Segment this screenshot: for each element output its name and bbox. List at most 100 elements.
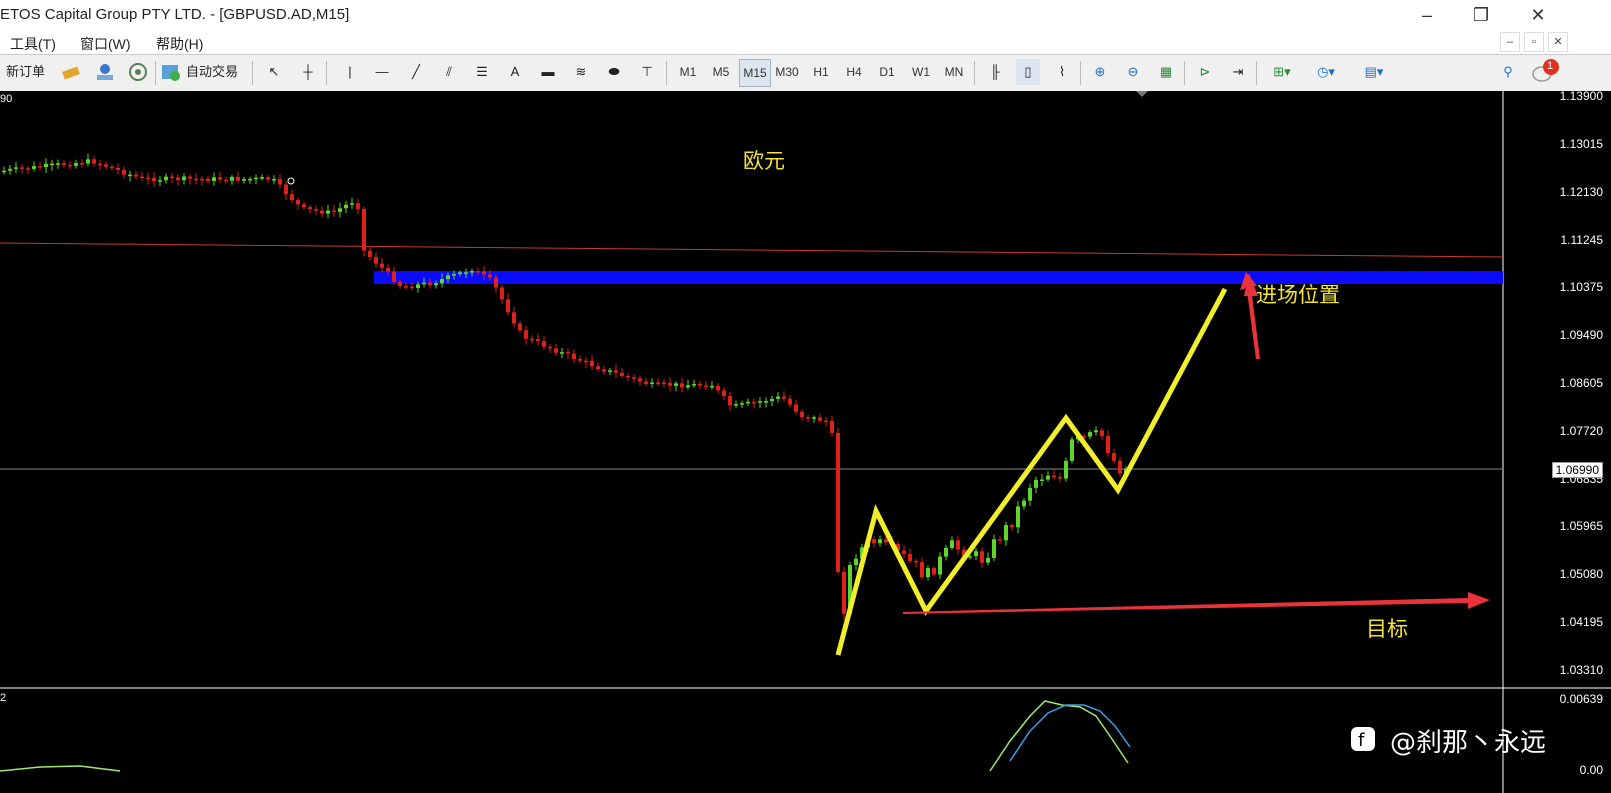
channel-icon[interactable]: ⫽ xyxy=(437,59,461,85)
candle-body xyxy=(488,274,492,278)
candle-body xyxy=(416,284,420,288)
candle-body xyxy=(722,390,726,396)
price-tick: 1.13900 xyxy=(1559,89,1603,103)
indicators-icon[interactable]: ⊞▾ xyxy=(1266,59,1298,85)
tile-windows-icon[interactable]: ▦ xyxy=(1154,59,1178,85)
close-button[interactable]: ✕ xyxy=(1518,2,1558,28)
menu-help[interactable]: 帮助(H) xyxy=(156,34,203,54)
price-tick: 1.05965 xyxy=(1559,519,1603,533)
candle-body xyxy=(728,395,732,405)
candle-body xyxy=(74,163,78,166)
candle-body xyxy=(926,568,930,578)
candle-body xyxy=(164,176,168,181)
candle-body xyxy=(176,177,180,181)
notifications-icon[interactable]: 1 xyxy=(1530,59,1560,85)
title-bar: ETOS Capital Group PTY LTD. - [GBPUSD.AD… xyxy=(0,0,1611,30)
candle-body xyxy=(380,263,384,268)
candle-body xyxy=(650,382,654,385)
cursor-icon[interactable]: ↖ xyxy=(262,59,286,85)
timeframe-m15[interactable]: M15 xyxy=(739,59,771,87)
candle-body xyxy=(236,176,240,181)
candle-body xyxy=(134,174,138,177)
horizontal-line-icon[interactable]: — xyxy=(370,59,394,85)
maximize-button[interactable]: ❐ xyxy=(1461,2,1501,28)
candle-body xyxy=(992,539,996,558)
toolbar-separator xyxy=(155,61,156,85)
timeframe-mn[interactable]: MN xyxy=(939,59,969,85)
candle-body xyxy=(1100,430,1104,437)
crosshair-icon[interactable]: ┼ xyxy=(296,59,320,85)
chart-area[interactable]: 1.13900 1.13015 1.12130 1.11245 1.10375 … xyxy=(0,89,1611,793)
navigator-icon[interactable] xyxy=(94,59,116,85)
zoom-out-icon[interactable]: ⊖ xyxy=(1121,59,1145,85)
text-icon[interactable]: A xyxy=(503,59,527,85)
window-title: ETOS Capital Group PTY LTD. - [GBPUSD.AD… xyxy=(0,6,350,23)
timeframe-m5[interactable]: M5 xyxy=(706,59,736,85)
candle-body xyxy=(434,283,438,286)
zoom-in-icon[interactable]: ⊕ xyxy=(1088,59,1112,85)
timeframe-d1[interactable]: D1 xyxy=(872,59,902,85)
minimize-button[interactable]: – xyxy=(1407,2,1447,28)
price-chart[interactable] xyxy=(0,91,1611,793)
menu-tools[interactable]: 工具(T) xyxy=(10,34,56,54)
timeframe-m30[interactable]: M30 xyxy=(772,59,802,85)
bar-chart-icon[interactable]: ╟ xyxy=(983,59,1007,85)
price-tick: 1.12130 xyxy=(1559,185,1603,199)
candle-body xyxy=(806,417,810,419)
new-order-button[interactable]: 新订单 xyxy=(6,59,45,85)
candle-body xyxy=(602,369,606,372)
chart-shift-icon[interactable]: ⇥ xyxy=(1226,59,1250,85)
candle-body xyxy=(338,208,342,212)
menu-bar: 工具(T) 窗口(W) 帮助(H) – ▫ ✕ xyxy=(0,30,1611,54)
candle-body xyxy=(1106,436,1110,454)
menu-window[interactable]: 窗口(W) xyxy=(80,34,131,54)
candle-body xyxy=(1004,525,1008,541)
trendline-icon[interactable]: ╱ xyxy=(404,59,428,85)
auto-trade-icon[interactable] xyxy=(160,59,182,85)
candle-body xyxy=(38,166,42,168)
auto-trade-button[interactable]: 自动交易 xyxy=(186,59,238,85)
fibonacci-icon[interactable]: ☰ xyxy=(470,59,494,85)
timeframe-h4[interactable]: H4 xyxy=(839,59,869,85)
vertical-line-icon[interactable]: | xyxy=(338,59,362,85)
gold-icon[interactable] xyxy=(60,59,82,85)
periods-icon[interactable]: ◷▾ xyxy=(1310,59,1342,85)
candle-body xyxy=(98,163,102,166)
line-chart-icon[interactable]: ⌇ xyxy=(1050,59,1074,85)
label-icon[interactable]: ⊤ xyxy=(635,59,659,85)
top-left-label: 90 xyxy=(0,93,13,105)
candle-body xyxy=(1094,430,1098,433)
candle-body xyxy=(308,207,312,210)
timeframe-m1[interactable]: M1 xyxy=(673,59,703,85)
mdi-close-button[interactable]: ✕ xyxy=(1548,32,1568,52)
timeframe-w1[interactable]: W1 xyxy=(906,59,936,85)
timeframe-h1[interactable]: H1 xyxy=(806,59,836,85)
price-tick: 1.07720 xyxy=(1559,424,1603,438)
candle-body xyxy=(116,167,120,170)
ellipse-icon[interactable]: ⬬ xyxy=(602,59,626,85)
candle-body xyxy=(482,271,486,275)
candle-body xyxy=(452,274,456,276)
mdi-restore-button[interactable]: ▫ xyxy=(1524,32,1544,52)
candlestick-icon[interactable]: ▯ xyxy=(1016,59,1040,85)
candle-body xyxy=(206,178,210,181)
candle-body xyxy=(476,271,480,273)
price-tick: 1.11245 xyxy=(1560,233,1604,247)
candle-body xyxy=(170,176,174,179)
search-icon[interactable]: ⚲ xyxy=(1496,59,1520,85)
signal-icon[interactable] xyxy=(127,59,149,85)
autoscroll-icon[interactable]: ⊳ xyxy=(1193,59,1217,85)
candle-body xyxy=(776,396,780,399)
candle-body xyxy=(458,272,462,275)
candle-body xyxy=(122,169,126,175)
fibo-fan-icon[interactable]: ≋ xyxy=(569,59,593,85)
candle-body xyxy=(386,267,390,272)
candle-body xyxy=(302,204,306,208)
candle-body xyxy=(428,282,432,286)
candle-body xyxy=(20,167,24,169)
templates-icon[interactable]: ▤▾ xyxy=(1356,59,1392,85)
candle-body xyxy=(1010,525,1014,528)
mdi-minimize-button[interactable]: – xyxy=(1500,32,1520,52)
rectangle-icon[interactable]: ▬ xyxy=(536,59,560,85)
candle-body xyxy=(194,178,198,181)
